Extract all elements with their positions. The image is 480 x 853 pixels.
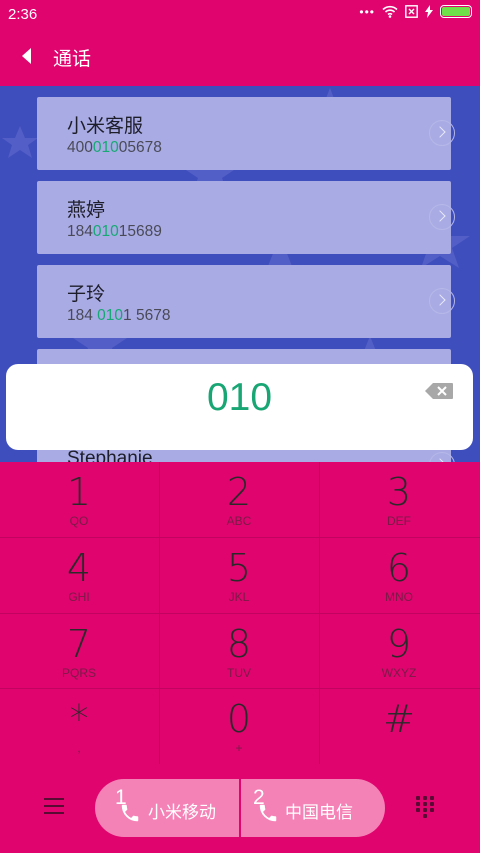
key-3[interactable]: 3 DEF (320, 462, 478, 537)
sim-error-icon (405, 5, 418, 18)
sim-label: 小米移动 (148, 803, 216, 823)
key-digit: * (69, 697, 89, 741)
key-8[interactable]: 8 TUV (160, 614, 318, 689)
key-letters: TUV (227, 666, 251, 680)
key-letters: ABC (226, 514, 252, 528)
dialpad-icon[interactable] (416, 796, 438, 822)
number-match-highlight: 010 (97, 307, 124, 324)
battery-icon (440, 5, 472, 18)
key-letters: MNO (385, 590, 413, 604)
key-letters: + (235, 741, 243, 755)
chevron-right-icon[interactable] (429, 204, 455, 230)
key-letters: QO (69, 514, 89, 528)
contact-name: 子玲 (67, 283, 106, 305)
sim-call-buttons: 1 小米移动 2 中国电信 (95, 779, 385, 837)
key-7[interactable]: 7 PQRS (0, 614, 158, 689)
status-time: 2:36 (8, 6, 38, 23)
key-4[interactable]: 4 GHI (0, 538, 158, 613)
status-bar: 2:36 ••• (0, 0, 480, 30)
contact-number: 40001005678 (67, 139, 162, 156)
key-5[interactable]: 5 JKL (160, 538, 318, 613)
contact-number: 184 0101 5678 (67, 307, 171, 324)
notification-dots-icon: ••• (359, 4, 375, 19)
key-0[interactable]: 0 + (160, 689, 318, 764)
key-6[interactable]: 6 MNO (320, 538, 478, 613)
key-digit: 1 (66, 470, 92, 514)
dialed-number: 010 (206, 376, 273, 419)
key-digit: 2 (226, 470, 252, 514)
status-icons: ••• (359, 5, 472, 18)
key-hash[interactable]: # (320, 689, 478, 764)
key-star[interactable]: *, (0, 689, 158, 764)
phone-icon (259, 804, 277, 822)
key-digit: 9 (386, 622, 412, 666)
contact-name: 燕婷 (67, 199, 106, 221)
contact-name: Stephanie (67, 448, 153, 462)
backspace-icon[interactable] (424, 382, 454, 400)
key-letters: WXYZ (381, 666, 417, 680)
key-digit: 0 (226, 697, 252, 741)
key-digit: 5 (226, 546, 252, 590)
contact-card[interactable]: 子玲 184 0101 5678 (37, 265, 455, 338)
contact-card[interactable]: 小米客服 40001005678 (37, 97, 455, 170)
call-sim1-button[interactable]: 1 小米移动 (95, 779, 240, 837)
back-arrow-icon[interactable] (22, 48, 31, 64)
key-letters: PQRS (61, 666, 96, 680)
key-2[interactable]: 2 ABC (160, 462, 318, 537)
key-letters: DEF (387, 514, 411, 528)
key-digit: 4 (66, 546, 92, 590)
key-digit: 3 (386, 470, 412, 514)
key-digit: 7 (66, 622, 92, 666)
wifi-icon (382, 5, 398, 18)
key-letters: , (77, 741, 81, 755)
key-digit: 6 (386, 546, 412, 590)
contact-card[interactable]: 燕婷 18401015689 (37, 181, 455, 254)
contact-name: 小米客服 (67, 115, 144, 137)
app-header: 通话 (0, 30, 480, 86)
charging-icon (425, 5, 433, 18)
key-digit: # (383, 697, 415, 741)
chevron-right-icon[interactable] (429, 288, 455, 314)
number-match-highlight: 010 (92, 139, 119, 156)
dial-keypad: 1 QO 2 ABC 3 DEF 4 GHI 5 JKL 6 MNO 7 PQRS 8 TUV … (0, 462, 480, 764)
key-digit: 8 (226, 622, 252, 666)
number-input-box[interactable]: 010 (6, 364, 473, 450)
bottom-bar: 1 小米移动 2 中国电信 (0, 764, 480, 853)
key-1[interactable]: 1 QO (0, 462, 158, 537)
call-sim2-button[interactable]: 2 中国电信 (241, 779, 385, 837)
key-letters: JKL (228, 590, 250, 604)
chevron-right-icon[interactable] (429, 120, 455, 146)
number-match-highlight: 010 (92, 223, 119, 240)
menu-icon[interactable] (44, 798, 64, 814)
key-letters: GHI (68, 590, 90, 604)
contact-number: 18401015689 (67, 223, 162, 240)
phone-icon (121, 804, 139, 822)
page-title: 通话 (53, 48, 92, 70)
sim-label: 中国电信 (285, 803, 353, 823)
key-9[interactable]: 9 WXYZ (320, 614, 478, 689)
